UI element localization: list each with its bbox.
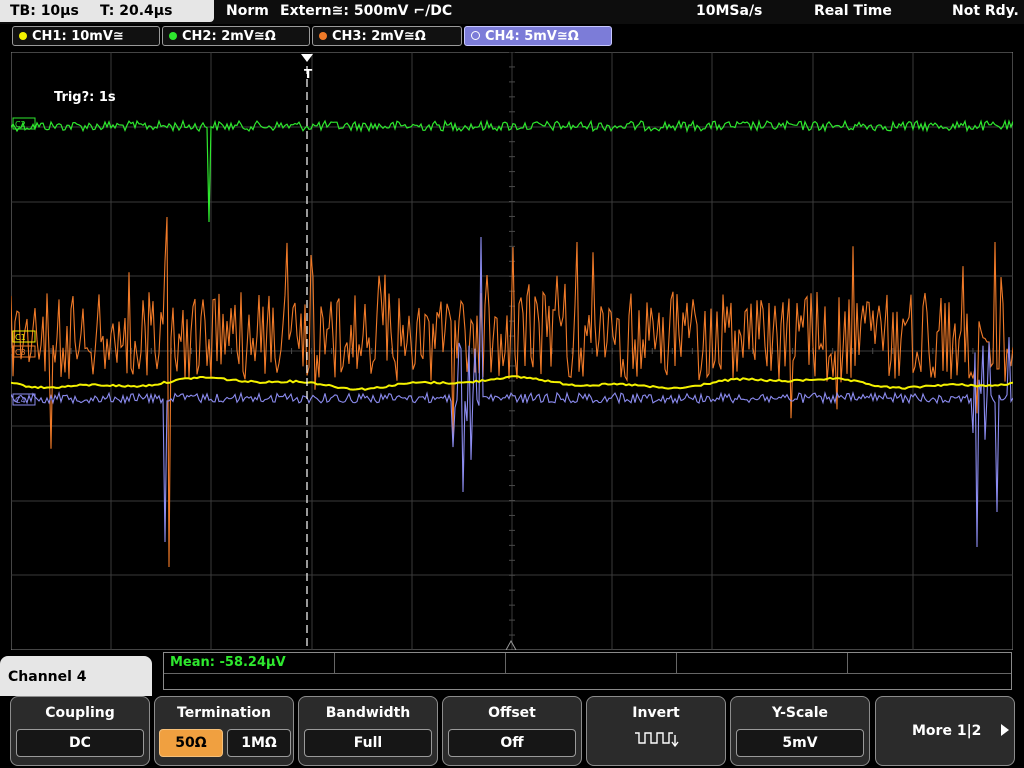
tab-ch4[interactable]: CH4: 5mV≅Ω [464,26,612,46]
yscale-value-button[interactable]: 5mV [736,729,864,757]
bandwidth-softkey[interactable]: Bandwidth Full [298,696,438,766]
invert-label: Invert [632,705,680,721]
trigger-mode[interactable]: Norm [226,3,269,19]
ch4-color-icon [471,31,480,40]
bandwidth-label: Bandwidth [325,705,411,721]
yscale-label: Y-Scale [771,705,828,721]
termination-50ohm-button[interactable]: 50Ω [159,729,223,757]
tab-ch3[interactable]: CH3: 2mV≅Ω [312,26,462,46]
ch1-label: CH1: 10mV≅ [32,29,124,44]
mean-measurement: Mean: -58.24µV [170,655,286,670]
timebase-box[interactable]: TB: 10µs T: 20.4µs [0,0,214,22]
timebase-value: TB: 10µs [10,3,79,19]
measurement-bar: Mean: -58.24µV [163,652,1012,690]
waveform-graticule: C2 C1 C3 C4 T [10,51,1014,651]
termination-softkey[interactable]: Termination 50Ω 1MΩ [154,696,294,766]
ch3-label: CH3: 2mV≅Ω [332,29,426,44]
ch4-label: CH4: 5mV≅Ω [485,29,579,44]
tab-ch1[interactable]: CH1: 10mV≅ [12,26,160,46]
trigger-status: Trig?: 1s [54,90,116,105]
offset-label: Offset [488,705,536,721]
yscale-softkey[interactable]: Y-Scale 5mV [730,696,870,766]
termination-1mohm-button[interactable]: 1MΩ [227,729,291,757]
coupling-value-button[interactable]: DC [16,729,144,757]
invert-softkey[interactable]: Invert [586,696,726,766]
coupling-softkey[interactable]: Coupling DC [10,696,150,766]
sample-rate: 10MSa/s [696,3,763,19]
waveform-display[interactable]: C2 C1 C3 C4 T [10,51,1014,651]
acquisition-state: Not Rdy. [952,3,1019,19]
svg-text:C2: C2 [15,120,26,129]
svg-text:C1: C1 [15,333,26,342]
channel-menu-title: Channel 4 [0,656,152,696]
ch2-label: CH2: 2mV≅Ω [182,29,276,44]
acquisition-mode: Real Time [814,3,892,19]
more-button[interactable]: More 1|2 [875,696,1015,766]
trigger-time-value: T: 20.4µs [100,3,173,19]
svg-text:C4: C4 [15,396,26,405]
next-page-arrow-icon[interactable] [999,723,1011,737]
panel-title-text: Channel 4 [8,669,87,685]
status-bar: TB: 10µs T: 20.4µs Norm Extern≅: 500mV ⌐… [0,0,1024,24]
ch1-color-icon [19,31,27,40]
bandwidth-value-button[interactable]: Full [304,729,432,757]
coupling-label: Coupling [45,705,115,721]
offset-value-button[interactable]: Off [448,729,576,757]
invert-waveform-icon [635,732,679,748]
trigger-marker-label: T [304,67,313,81]
more-label: More 1|2 [912,723,982,739]
offset-softkey[interactable]: Offset Off [442,696,582,766]
trigger-source[interactable]: Extern≅: 500mV ⌐/DC [280,3,452,19]
ch2-color-icon [169,31,177,40]
tab-ch2[interactable]: CH2: 2mV≅Ω [162,26,310,46]
termination-label: Termination [177,705,271,721]
svg-text:C3: C3 [15,348,26,357]
ch3-color-icon [319,31,327,40]
